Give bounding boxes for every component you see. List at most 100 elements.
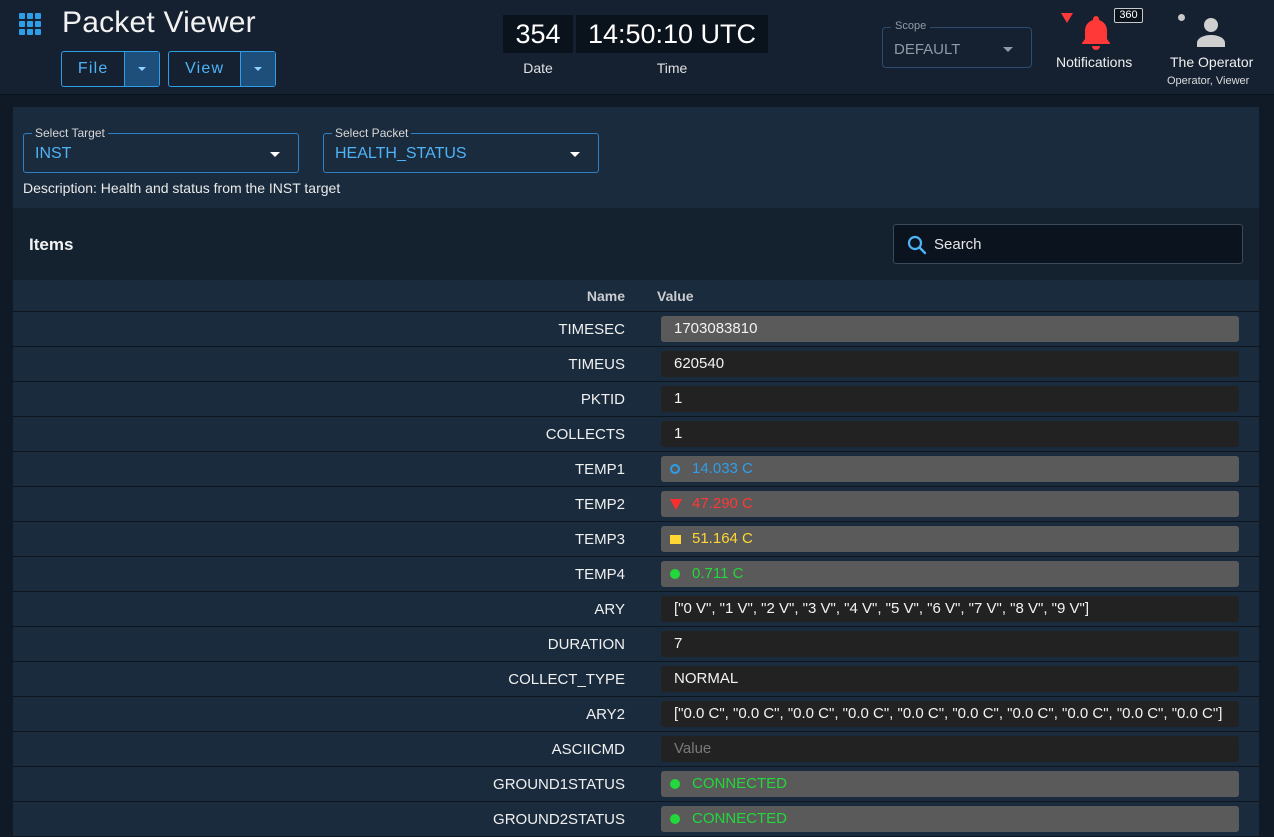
select-packet-value: HEALTH_STATUS: [335, 145, 467, 162]
file-menu-button[interactable]: File: [61, 51, 160, 87]
search-icon: [907, 235, 927, 255]
item-name: ARY2: [586, 706, 625, 723]
item-value: ["0 V", "1 V", "2 V", "3 V", "4 V", "5 V…: [661, 596, 1239, 622]
table-row[interactable]: GROUND2STATUS CONNECTED: [13, 802, 1259, 837]
table-body: TIMESEC 1703083810 TIMEUS 620540 PKTID 1 COLLE…: [13, 312, 1259, 837]
item-name: GROUND2STATUS: [493, 811, 625, 828]
notifications-label[interactable]: Notifications: [1056, 54, 1132, 70]
item-value-text: ["0 V", "1 V", "2 V", "3 V", "4 V", "5 V…: [674, 600, 1089, 617]
item-value-text: 0.711 C: [692, 565, 744, 582]
item-name: TIMEUS: [568, 356, 625, 373]
select-packet-label: Select Packet: [332, 126, 412, 140]
table-row[interactable]: COLLECTS 1: [13, 417, 1259, 452]
limit-green-dot-icon: [670, 779, 680, 789]
item-name: COLLECTS: [545, 426, 625, 443]
chevron-down-icon: [270, 152, 280, 157]
select-target-value: INST: [35, 145, 72, 162]
search-placeholder: Search: [934, 236, 982, 253]
packet-description: Description: Health and status from the …: [23, 180, 341, 196]
item-value: Value: [661, 736, 1239, 762]
item-name: COLLECT_TYPE: [508, 671, 625, 688]
item-value: 1703083810: [661, 316, 1239, 342]
status-dot-icon: [1178, 14, 1185, 21]
table-row[interactable]: ARY ["0 V", "1 V", "2 V", "3 V", "4 V", "…: [13, 592, 1259, 627]
item-value-text: NORMAL: [674, 670, 739, 687]
limit-red-triangle-icon: [670, 499, 682, 510]
time-display: 14:50:10 UTC: [576, 15, 768, 53]
item-value-text: 7: [674, 635, 683, 652]
file-menu-dropdown-caret[interactable]: [124, 52, 159, 86]
item-value: 0.711 C: [661, 561, 1239, 587]
table-row[interactable]: TIMEUS 620540: [13, 347, 1259, 382]
app-bar: Packet Viewer File View 354 14:50:10 UTC…: [0, 0, 1274, 95]
table-row[interactable]: TEMP4 0.711 C: [13, 557, 1259, 592]
table-row[interactable]: ARY2 ["0.0 C", "0.0 C", "0.0 C", "0.0 C",…: [13, 697, 1259, 732]
column-header-name[interactable]: Name: [587, 288, 625, 304]
limit-green-dot-icon: [670, 569, 680, 579]
limit-green-dot-icon: [670, 814, 680, 824]
chevron-down-icon: [138, 67, 147, 71]
item-value: 1: [661, 421, 1239, 447]
view-menu-dropdown-caret[interactable]: [240, 52, 275, 86]
item-value: 1: [661, 386, 1239, 412]
item-value-text: CONNECTED: [692, 775, 788, 792]
column-header-value[interactable]: Value: [657, 288, 694, 304]
scope-select[interactable]: Scope DEFAULT: [882, 20, 1032, 68]
item-value: 14.033 C: [661, 456, 1239, 482]
item-value: CONNECTED: [661, 771, 1239, 797]
table-row[interactable]: TEMP1 14.033 C: [13, 452, 1259, 487]
bell-icon[interactable]: [1081, 14, 1111, 50]
item-value-text: Value: [674, 740, 712, 757]
view-menu-label[interactable]: View: [169, 52, 240, 86]
scope-value: DEFAULT: [894, 41, 961, 58]
item-value-text: 620540: [674, 355, 725, 372]
scope-label: Scope: [891, 20, 931, 32]
table-row[interactable]: DURATION 7: [13, 627, 1259, 662]
item-name: PKTID: [580, 391, 625, 408]
item-name: ASCIICMD: [551, 741, 625, 758]
item-value: ["0.0 C", "0.0 C", "0.0 C", "0.0 C", "0.…: [661, 701, 1239, 727]
item-value-text: 1: [674, 425, 683, 442]
item-name: TEMP4: [574, 566, 625, 583]
item-value-text: CONNECTED: [692, 810, 788, 827]
chevron-down-icon: [254, 67, 263, 71]
item-value: 620540: [661, 351, 1239, 377]
notification-count-badge: 360: [1114, 8, 1143, 23]
item-value: 47.290 C: [661, 491, 1239, 517]
item-value-text: 47.290 C: [692, 495, 753, 512]
item-value: NORMAL: [661, 666, 1239, 692]
table-row[interactable]: TEMP2 47.290 C: [13, 487, 1259, 522]
table-row[interactable]: ASCIICMD Value: [13, 732, 1259, 767]
person-icon[interactable]: [1196, 16, 1226, 48]
apps-grid-icon[interactable]: [19, 13, 41, 35]
view-menu-button[interactable]: View: [168, 51, 276, 87]
item-name: TEMP3: [574, 531, 625, 548]
table-row[interactable]: TIMESEC 1703083810: [13, 312, 1259, 347]
select-target-dropdown[interactable]: Select Target INST: [23, 126, 299, 173]
file-menu-label[interactable]: File: [62, 52, 124, 86]
user-name[interactable]: The Operator: [1170, 54, 1253, 70]
date-caption: Date: [523, 60, 553, 76]
item-value-text: 1703083810: [674, 320, 758, 337]
item-value-text: 1: [674, 390, 683, 407]
packet-selector-card: Select Target INST Select Packet HEALTH_…: [13, 107, 1259, 208]
table-row[interactable]: PKTID 1: [13, 382, 1259, 417]
table-row[interactable]: COLLECT_TYPE NORMAL: [13, 662, 1259, 697]
search-input[interactable]: Search: [893, 224, 1243, 264]
chevron-down-icon: [570, 152, 580, 157]
item-name: ARY: [594, 601, 625, 618]
select-target-label: Select Target: [32, 126, 108, 140]
item-value: 51.164 C: [661, 526, 1239, 552]
item-value: 7: [661, 631, 1239, 657]
select-packet-dropdown[interactable]: Select Packet HEALTH_STATUS: [323, 126, 599, 173]
item-name: DURATION: [547, 636, 625, 653]
table-header: Name Value: [13, 280, 1259, 312]
user-roles: Operator, Viewer: [1167, 75, 1250, 87]
table-row[interactable]: GROUND1STATUS CONNECTED: [13, 767, 1259, 802]
table-row[interactable]: TEMP3 51.164 C: [13, 522, 1259, 557]
item-name: TEMP2: [574, 496, 625, 513]
app-title: Packet Viewer: [62, 6, 256, 39]
item-value-text: 51.164 C: [692, 530, 753, 547]
chevron-down-icon: [1003, 47, 1013, 52]
limit-yellow-square-icon: [670, 535, 681, 544]
